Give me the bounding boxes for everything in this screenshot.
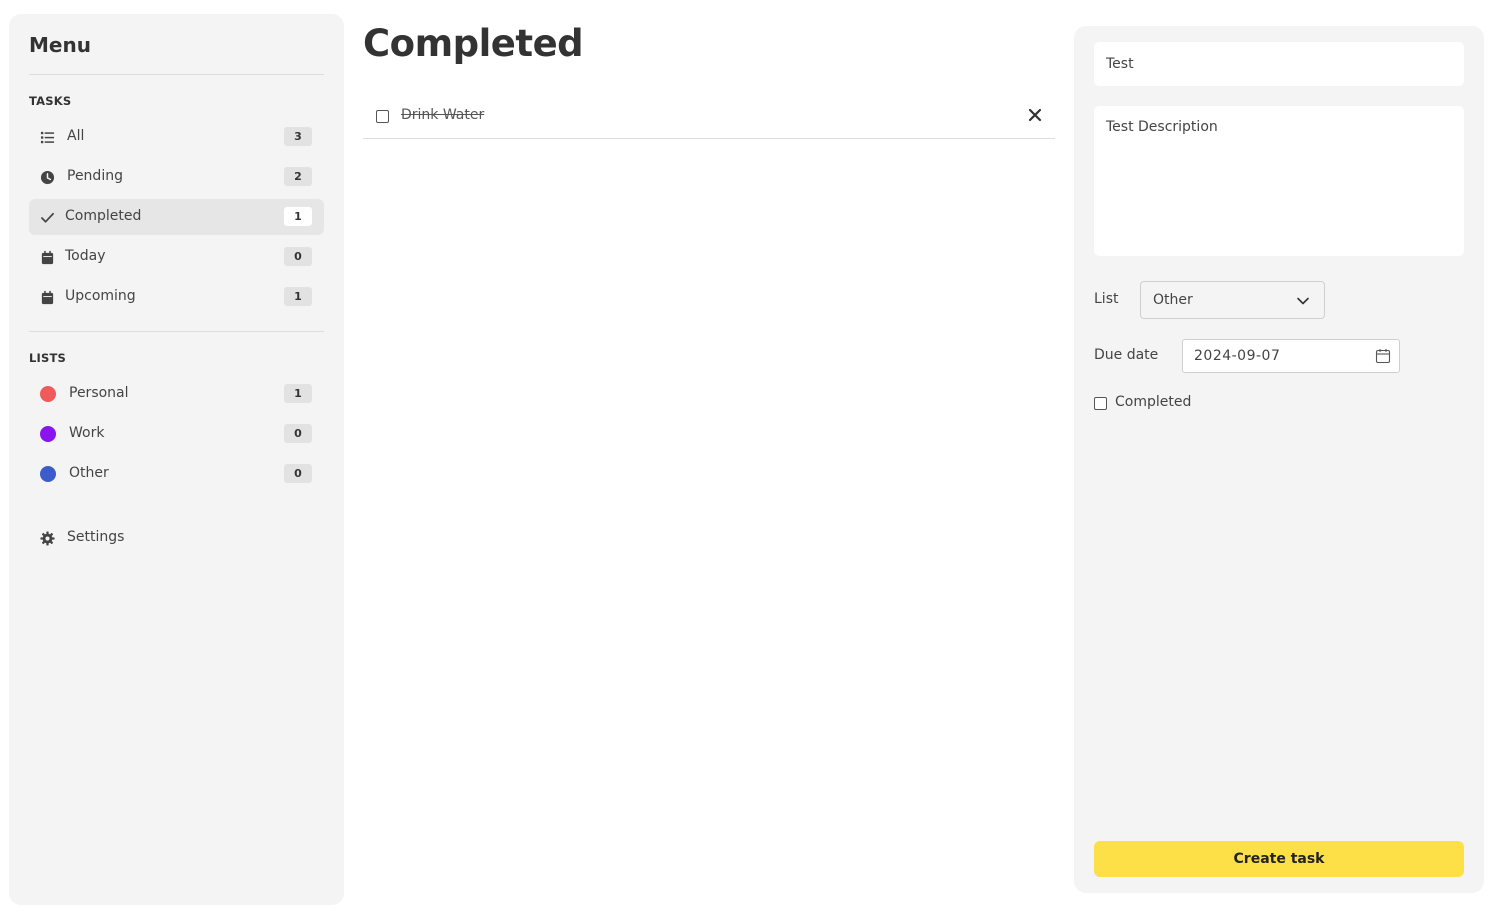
sidebar-list-personal[interactable]: Personal 1 bbox=[29, 376, 324, 412]
completed-checkbox-label[interactable]: Completed bbox=[1115, 394, 1191, 410]
calendar-icon[interactable] bbox=[1375, 348, 1391, 364]
sidebar-item-label: All bbox=[67, 128, 85, 144]
task-description-input[interactable]: Test Description bbox=[1094, 106, 1464, 256]
sidebar-item-all[interactable]: All 3 bbox=[29, 119, 324, 155]
task-editor-panel: Test Description List Other Due date 202… bbox=[1074, 26, 1484, 893]
list-field-label: List bbox=[1094, 291, 1119, 307]
sidebar-list-work[interactable]: Work 0 bbox=[29, 416, 324, 452]
gear-icon bbox=[40, 531, 55, 546]
due-date-value: 2024-09-07 bbox=[1194, 348, 1281, 364]
sidebar-item-settings[interactable]: Settings bbox=[29, 520, 324, 556]
sidebar-item-label: Pending bbox=[67, 168, 123, 184]
list-select[interactable]: Other bbox=[1140, 281, 1325, 319]
count-badge: 0 bbox=[284, 424, 312, 443]
sidebar-item-label: Today bbox=[65, 248, 106, 264]
page-title: Completed bbox=[363, 22, 584, 65]
count-badge: 2 bbox=[284, 167, 312, 186]
list-color-dot bbox=[40, 386, 56, 402]
sidebar-divider bbox=[29, 74, 324, 75]
sidebar-item-pending[interactable]: Pending 2 bbox=[29, 159, 324, 195]
lists-section-heading: LISTS bbox=[29, 351, 67, 365]
clock-icon bbox=[40, 170, 55, 185]
sidebar-title: Menu bbox=[29, 33, 91, 57]
due-date-label: Due date bbox=[1094, 347, 1159, 363]
task-checkbox[interactable] bbox=[376, 110, 389, 123]
sidebar-item-label: Settings bbox=[67, 529, 125, 545]
list-icon bbox=[40, 131, 55, 144]
task-label[interactable]: Drink Water bbox=[401, 107, 484, 123]
calendar-icon bbox=[41, 290, 54, 305]
sidebar-item-label: Completed bbox=[65, 208, 142, 224]
sidebar-item-label: Personal bbox=[69, 385, 129, 401]
count-badge: 0 bbox=[284, 247, 312, 266]
count-badge: 0 bbox=[284, 464, 312, 483]
list-color-dot bbox=[40, 466, 56, 482]
sidebar: Menu TASKS All 3 Pending 2 Completed 1 T… bbox=[9, 14, 344, 905]
sidebar-item-upcoming[interactable]: Upcoming 1 bbox=[29, 279, 324, 315]
chevron-down-icon bbox=[1297, 297, 1309, 305]
tasks-section-heading: TASKS bbox=[29, 94, 72, 108]
sidebar-item-today[interactable]: Today 0 bbox=[29, 239, 324, 275]
count-badge: 3 bbox=[284, 127, 312, 146]
sidebar-divider bbox=[29, 331, 324, 332]
task-row[interactable]: Drink Water bbox=[363, 95, 1055, 139]
check-icon bbox=[41, 212, 54, 223]
list-color-dot bbox=[40, 426, 56, 442]
close-icon[interactable] bbox=[1028, 108, 1042, 122]
sidebar-item-completed[interactable]: Completed 1 bbox=[29, 199, 324, 235]
count-badge: 1 bbox=[284, 287, 312, 306]
completed-checkbox[interactable] bbox=[1094, 397, 1107, 410]
calendar-icon bbox=[41, 250, 54, 265]
list-select-value: Other bbox=[1153, 292, 1193, 308]
sidebar-list-other[interactable]: Other 0 bbox=[29, 456, 324, 492]
create-task-button[interactable]: Create task bbox=[1094, 841, 1464, 877]
count-badge: 1 bbox=[284, 384, 312, 403]
sidebar-item-label: Other bbox=[69, 465, 109, 481]
sidebar-item-label: Upcoming bbox=[65, 288, 136, 304]
count-badge: 1 bbox=[284, 207, 312, 226]
sidebar-item-label: Work bbox=[69, 425, 105, 441]
task-title-input[interactable] bbox=[1094, 42, 1464, 86]
due-date-input[interactable]: 2024-09-07 bbox=[1182, 339, 1400, 373]
